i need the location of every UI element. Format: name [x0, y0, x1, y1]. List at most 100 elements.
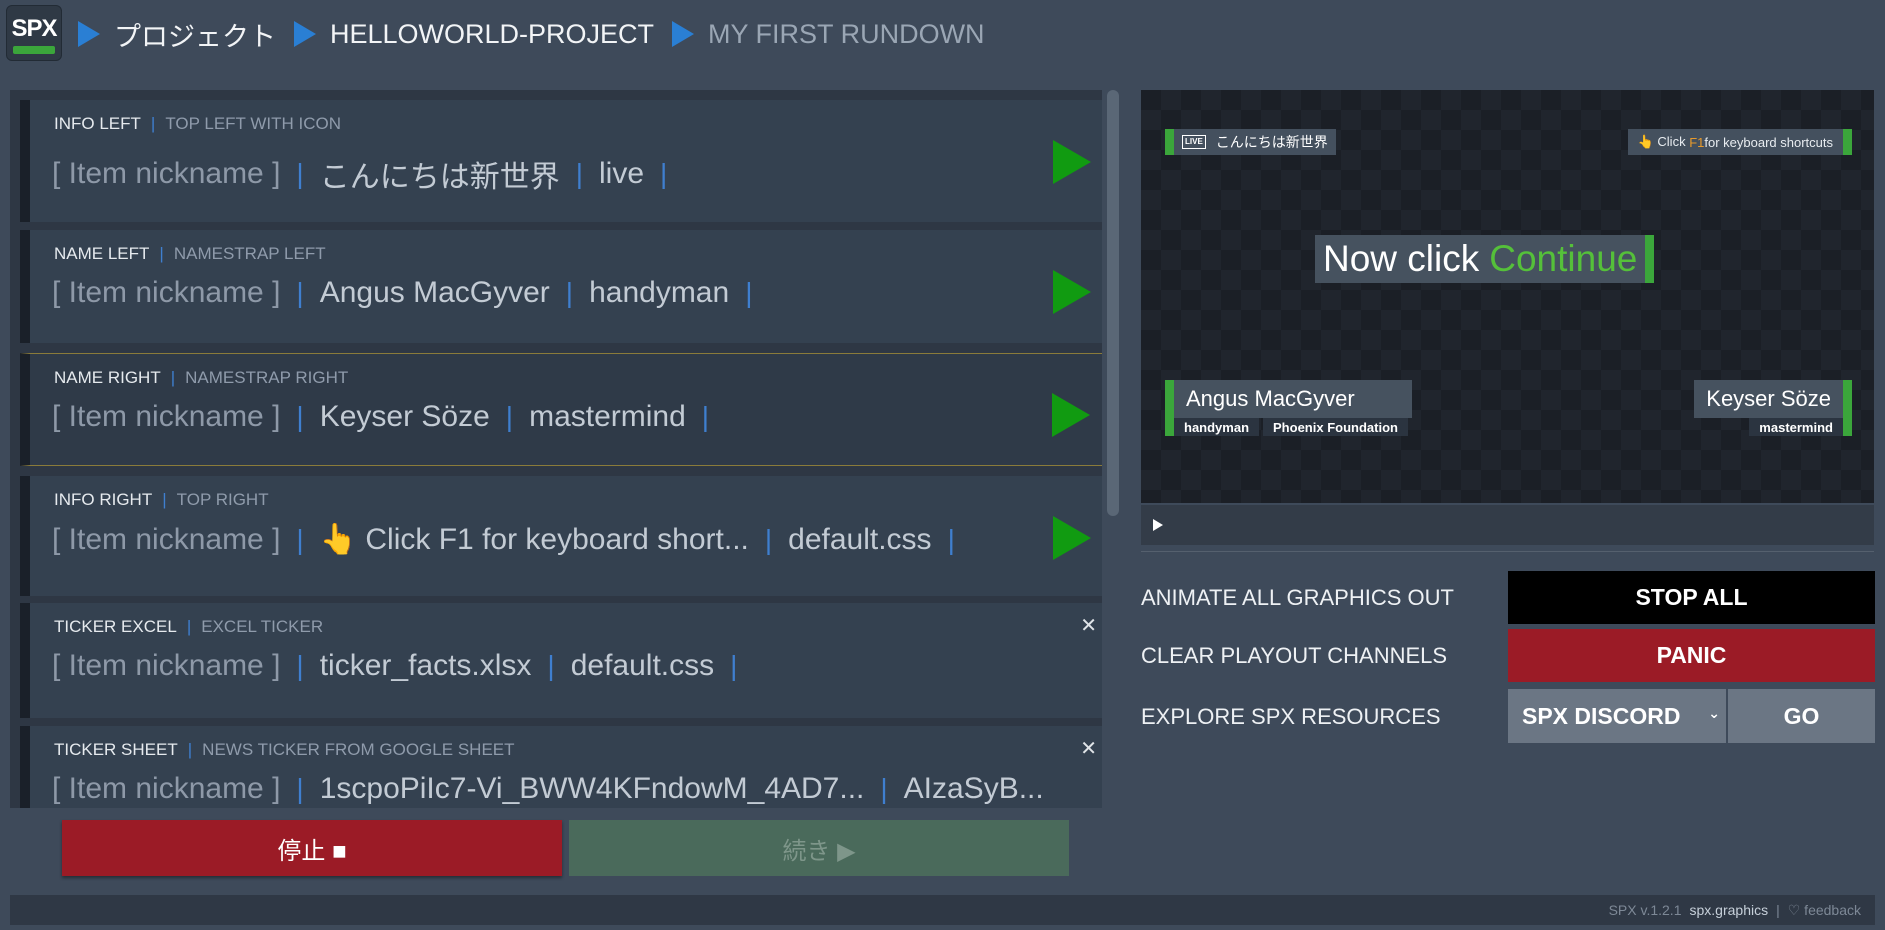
- item-field: ticker_facts.xlsx: [319, 649, 532, 682]
- play-icon[interactable]: [1053, 140, 1091, 184]
- play-icon[interactable]: [1052, 393, 1090, 437]
- breadcrumb: プロジェクト HELLOWORLD-PROJECT MY FIRST RUNDO…: [78, 14, 1003, 54]
- item-subtitle: NAMESTRAP RIGHT: [185, 368, 349, 387]
- item-title: TICKER EXCEL: [54, 617, 177, 636]
- rundown-item[interactable]: TICKER SHEET | NEWS TICKER FROM GOOGLE SHE…: [20, 726, 1102, 808]
- stop-button[interactable]: 停止 ■: [62, 820, 562, 876]
- rundown-item-selected[interactable]: NAME RIGHT | NAMESTRAP RIGHT [ Item nickna…: [20, 353, 1102, 466]
- explore-resources-label: EXPLORE SPX RESOURCES: [1141, 704, 1441, 729]
- breadcrumb-project[interactable]: HELLOWORLD-PROJECT: [330, 19, 654, 50]
- rundown-item[interactable]: NAME LEFT | NAMESTRAP LEFT [ Item nickname…: [20, 230, 1102, 343]
- footer-separator: |: [1776, 902, 1780, 918]
- item-title: INFO RIGHT: [54, 490, 153, 509]
- scrollbar-thumb[interactable]: [1107, 90, 1119, 516]
- play-icon[interactable]: [1053, 516, 1091, 560]
- divider: [1141, 551, 1874, 552]
- preview-info-right: 👆 Click F1 for keyboard shortcuts: [1627, 129, 1852, 155]
- play-icon[interactable]: [1053, 270, 1091, 314]
- logo-bar: [13, 46, 55, 54]
- namestrap-right-name: Keyser Söze: [1694, 380, 1852, 418]
- chevron-down-icon: ⌄: [1708, 705, 1720, 721]
- item-nickname: [ Item nickname ]: [52, 157, 281, 190]
- continue-button[interactable]: 続き ▶: [569, 820, 1069, 876]
- item-fields: [ Item nickname ] | 👆 Click F1 for keyboa…: [52, 522, 955, 557]
- item-header: NAME LEFT | NAMESTRAP LEFT: [54, 244, 326, 263]
- stop-all-button[interactable]: STOP ALL: [1508, 571, 1875, 624]
- item-subtitle: TOP RIGHT: [176, 490, 269, 509]
- preview-live-text: こんにちは新世界: [1215, 134, 1328, 150]
- spx-logo[interactable]: SPX: [6, 5, 62, 61]
- item-fields: [ Item nickname ] | Keyser Söze | mastermi…: [52, 400, 710, 433]
- item-title: TICKER SHEET: [54, 740, 178, 759]
- close-icon[interactable]: ✕: [1080, 613, 1097, 638]
- breadcrumb-arrow-icon: [672, 21, 695, 47]
- item-field: handyman: [589, 276, 730, 309]
- live-icon: LIVE: [1182, 135, 1206, 149]
- preview-main-message: Now click Continue: [1315, 235, 1655, 283]
- breadcrumb-arrow-icon: [294, 21, 316, 47]
- item-field: mastermind: [529, 400, 686, 433]
- item-field: Keyser Söze: [319, 400, 490, 433]
- preview-controls: [1141, 505, 1874, 545]
- header: SPX プロジェクト HELLOWORLD-PROJECT MY FIRST R…: [0, 0, 1885, 70]
- item-field: 1scpoPiIc7-Vi_BWW4KFndowM_4AD7...: [319, 772, 865, 805]
- rundown-list[interactable]: INFO LEFT | TOP LEFT WITH ICON [ Item nick…: [10, 90, 1102, 808]
- item-nickname: [ Item nickname ]: [52, 649, 281, 682]
- item-subtitle: NAMESTRAP LEFT: [173, 244, 326, 263]
- item-fields: [ Item nickname ] | Angus MacGyver | handy…: [52, 276, 753, 309]
- item-header: TICKER EXCEL | EXCEL TICKER: [54, 617, 324, 636]
- namestrap-left-org: Phoenix Foundation: [1263, 418, 1408, 436]
- item-subtitle: EXCEL TICKER: [201, 617, 324, 636]
- item-title: NAME RIGHT: [54, 368, 161, 387]
- item-field: 👆 Click F1 for keyboard short...: [319, 523, 749, 556]
- preview-info-left: LIVE こんにちは新世界: [1165, 129, 1336, 155]
- namestrap-left-name: Angus MacGyver: [1165, 380, 1412, 418]
- item-fields: [ Item nickname ] | ticker_facts.xlsx | de…: [52, 649, 738, 682]
- preview-play-icon[interactable]: [1153, 519, 1163, 531]
- preview-namestrap-left: Angus MacGyver handyman Phoenix Foundati…: [1165, 380, 1412, 436]
- panic-button[interactable]: PANIC: [1508, 629, 1875, 682]
- resource-select[interactable]: SPX DISCORD ⌄: [1508, 689, 1726, 743]
- rundown-item[interactable]: INFO RIGHT | TOP RIGHT [ Item nickname ] | …: [20, 476, 1102, 596]
- animate-out-label: ANIMATE ALL GRAPHICS OUT: [1141, 585, 1454, 610]
- item-fields: [ Item nickname ] | 1scpoPiIc7-Vi_BWW4KFn…: [52, 772, 1044, 805]
- rundown-item[interactable]: TICKER EXCEL | EXCEL TICKER [ Item nicknam…: [20, 603, 1102, 718]
- clear-channels-label: CLEAR PLAYOUT CHANNELS: [1141, 643, 1448, 668]
- item-field: こんにちは新世界: [319, 161, 560, 194]
- item-header: INFO LEFT | TOP LEFT WITH ICON: [54, 114, 342, 133]
- item-nickname: [ Item nickname ]: [52, 772, 281, 805]
- spx-graphics-link[interactable]: spx.graphics: [1690, 902, 1769, 918]
- item-field: Angus MacGyver: [319, 276, 550, 309]
- item-subtitle: NEWS TICKER FROM GOOGLE SHEET: [202, 740, 515, 759]
- go-button[interactable]: GO: [1728, 689, 1875, 743]
- close-icon[interactable]: ✕: [1080, 736, 1097, 761]
- breadcrumb-projects[interactable]: プロジェクト: [114, 15, 276, 54]
- version-text: SPX v.1.2.1: [1608, 902, 1682, 918]
- item-field: live: [598, 157, 644, 190]
- logo-text: SPX: [11, 15, 57, 42]
- item-nickname: [ Item nickname ]: [52, 400, 281, 433]
- item-nickname: [ Item nickname ]: [52, 522, 281, 556]
- item-title: NAME LEFT: [54, 244, 150, 263]
- rundown-scrollbar[interactable]: [1105, 90, 1121, 808]
- namestrap-right-role: mastermind: [1749, 418, 1843, 436]
- graphics-preview: LIVE こんにちは新世界 👆 Click F1 for keyboard sh…: [1141, 90, 1874, 503]
- item-field: default.css: [570, 649, 715, 682]
- item-nickname: [ Item nickname ]: [52, 276, 281, 309]
- item-header: INFO RIGHT | TOP RIGHT: [54, 490, 269, 509]
- rundown-item[interactable]: INFO LEFT | TOP LEFT WITH ICON [ Item nick…: [20, 100, 1102, 222]
- breadcrumb-rundown: MY FIRST RUNDOWN: [708, 18, 985, 49]
- footer: SPX v.1.2.1 spx.graphics | ♡ feedback: [10, 895, 1875, 925]
- item-header: NAME RIGHT | NAMESTRAP RIGHT: [54, 368, 349, 387]
- shortcut-key: F1: [1689, 134, 1705, 150]
- feedback-link[interactable]: ♡ feedback: [1788, 902, 1861, 919]
- item-field: default.css: [788, 522, 932, 556]
- item-title: INFO LEFT: [54, 114, 141, 133]
- resource-select-value: SPX DISCORD: [1522, 702, 1681, 729]
- item-fields: [ Item nickname ] | こんにちは新世界 | live |: [52, 152, 683, 196]
- namestrap-left-role: handyman: [1174, 418, 1260, 436]
- preview-namestrap-right: Keyser Söze mastermind: [1694, 380, 1852, 436]
- item-header: TICKER SHEET | NEWS TICKER FROM GOOGLE SHE…: [54, 740, 515, 759]
- item-field: AIzaSyB...: [903, 772, 1044, 805]
- item-subtitle: TOP LEFT WITH ICON: [165, 114, 342, 133]
